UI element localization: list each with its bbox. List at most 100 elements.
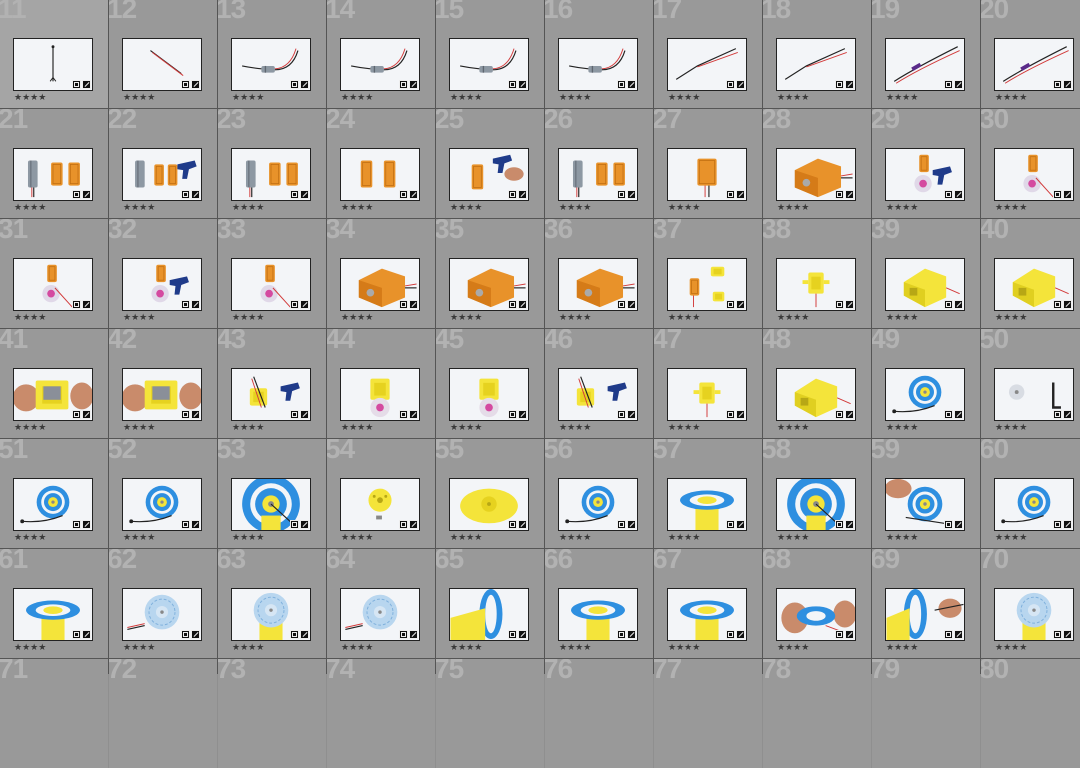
grid-cell[interactable]: 54 ★★★★ bbox=[327, 439, 435, 548]
edited-badge-icon[interactable] bbox=[300, 410, 309, 419]
grid-cell[interactable]: 79 bbox=[872, 659, 980, 768]
grid-cell[interactable]: 72 bbox=[109, 659, 217, 768]
photo-thumbnail[interactable] bbox=[558, 148, 638, 201]
edited-badge-icon[interactable] bbox=[82, 190, 91, 199]
edited-badge-icon[interactable] bbox=[82, 410, 91, 419]
metadata-badge-icon[interactable] bbox=[508, 520, 517, 529]
grid-cell[interactable]: 50 ★★★★ bbox=[981, 329, 1080, 438]
photo-thumbnail[interactable] bbox=[776, 258, 856, 311]
grid-cell[interactable]: 65 ★★★★ bbox=[436, 549, 544, 658]
star-rating[interactable]: ★★★★ bbox=[668, 532, 700, 542]
edited-badge-icon[interactable] bbox=[409, 410, 418, 419]
metadata-badge-icon[interactable] bbox=[181, 80, 190, 89]
star-rating[interactable]: ★★★★ bbox=[123, 202, 155, 212]
photo-thumbnail[interactable] bbox=[340, 148, 420, 201]
metadata-badge-icon[interactable] bbox=[835, 80, 844, 89]
edited-badge-icon[interactable] bbox=[736, 190, 745, 199]
metadata-badge-icon[interactable] bbox=[726, 80, 735, 89]
metadata-badge-icon[interactable] bbox=[290, 630, 299, 639]
grid-cell[interactable]: 70 ★★★★ bbox=[981, 549, 1080, 658]
edited-badge-icon[interactable] bbox=[1063, 190, 1072, 199]
star-rating[interactable]: ★★★★ bbox=[450, 422, 482, 432]
photo-thumbnail[interactable] bbox=[231, 38, 311, 91]
star-rating[interactable]: ★★★★ bbox=[995, 202, 1027, 212]
edited-badge-icon[interactable] bbox=[82, 630, 91, 639]
grid-cell[interactable]: 42 ★★★★ bbox=[109, 329, 217, 438]
metadata-badge-icon[interactable] bbox=[290, 190, 299, 199]
grid-cell[interactable]: 55 ★★★★ bbox=[436, 439, 544, 548]
grid-cell[interactable]: 48 ★★★★ bbox=[763, 329, 871, 438]
edited-badge-icon[interactable] bbox=[300, 300, 309, 309]
grid-cell[interactable]: 53 ★★★★ bbox=[218, 439, 326, 548]
star-rating[interactable]: ★★★★ bbox=[14, 92, 46, 102]
photo-thumbnail[interactable] bbox=[449, 588, 529, 641]
photo-thumbnail[interactable] bbox=[13, 368, 93, 421]
edited-badge-icon[interactable] bbox=[627, 520, 636, 529]
edited-badge-icon[interactable] bbox=[954, 80, 963, 89]
metadata-badge-icon[interactable] bbox=[726, 520, 735, 529]
photo-thumbnail[interactable] bbox=[558, 588, 638, 641]
photo-thumbnail[interactable] bbox=[558, 368, 638, 421]
star-rating[interactable]: ★★★★ bbox=[559, 202, 591, 212]
star-rating[interactable]: ★★★★ bbox=[14, 642, 46, 652]
edited-badge-icon[interactable] bbox=[736, 630, 745, 639]
photo-thumbnail[interactable] bbox=[340, 478, 420, 531]
grid-cell[interactable]: 75 bbox=[436, 659, 544, 768]
star-rating[interactable]: ★★★★ bbox=[14, 422, 46, 432]
edited-badge-icon[interactable] bbox=[954, 520, 963, 529]
grid-cell[interactable]: 69 ★★★★ bbox=[872, 549, 980, 658]
metadata-badge-icon[interactable] bbox=[1053, 80, 1062, 89]
star-rating[interactable]: ★★★★ bbox=[450, 532, 482, 542]
photo-thumbnail[interactable] bbox=[449, 478, 529, 531]
metadata-badge-icon[interactable] bbox=[399, 630, 408, 639]
photo-thumbnail[interactable] bbox=[340, 368, 420, 421]
metadata-badge-icon[interactable] bbox=[290, 300, 299, 309]
grid-cell[interactable]: 39 ★★★★ bbox=[872, 219, 980, 328]
metadata-badge-icon[interactable] bbox=[944, 300, 953, 309]
star-rating[interactable]: ★★★★ bbox=[232, 202, 264, 212]
star-rating[interactable]: ★★★★ bbox=[995, 422, 1027, 432]
star-rating[interactable]: ★★★★ bbox=[777, 422, 809, 432]
grid-cell[interactable]: 37 ★★★★ bbox=[654, 219, 762, 328]
photo-thumbnail[interactable] bbox=[231, 478, 311, 531]
star-rating[interactable]: ★★★★ bbox=[886, 642, 918, 652]
star-rating[interactable]: ★★★★ bbox=[777, 642, 809, 652]
metadata-badge-icon[interactable] bbox=[726, 300, 735, 309]
photo-thumbnail[interactable] bbox=[994, 148, 1074, 201]
edited-badge-icon[interactable] bbox=[736, 520, 745, 529]
photo-thumbnail[interactable] bbox=[231, 258, 311, 311]
edited-badge-icon[interactable] bbox=[954, 190, 963, 199]
grid-cell[interactable]: 58 ★★★★ bbox=[763, 439, 871, 548]
grid-cell[interactable]: 27 ★★★★ bbox=[654, 109, 762, 218]
star-rating[interactable]: ★★★★ bbox=[668, 422, 700, 432]
grid-cell[interactable]: 26 ★★★★ bbox=[545, 109, 653, 218]
edited-badge-icon[interactable] bbox=[627, 190, 636, 199]
metadata-badge-icon[interactable] bbox=[617, 410, 626, 419]
photo-thumbnail[interactable] bbox=[449, 258, 529, 311]
edited-badge-icon[interactable] bbox=[518, 190, 527, 199]
photo-thumbnail[interactable] bbox=[122, 38, 202, 91]
photo-thumbnail[interactable] bbox=[994, 368, 1074, 421]
star-rating[interactable]: ★★★★ bbox=[995, 92, 1027, 102]
photo-thumbnail[interactable] bbox=[449, 368, 529, 421]
metadata-badge-icon[interactable] bbox=[399, 80, 408, 89]
star-rating[interactable]: ★★★★ bbox=[14, 312, 46, 322]
star-rating[interactable]: ★★★★ bbox=[777, 92, 809, 102]
photo-thumbnail[interactable] bbox=[231, 368, 311, 421]
edited-badge-icon[interactable] bbox=[627, 630, 636, 639]
grid-cell[interactable]: 25 ★★★★ bbox=[436, 109, 544, 218]
photo-thumbnail[interactable] bbox=[885, 258, 965, 311]
photo-thumbnail[interactable] bbox=[667, 148, 747, 201]
grid-cell[interactable]: 40 ★★★★ bbox=[981, 219, 1080, 328]
star-rating[interactable]: ★★★★ bbox=[232, 92, 264, 102]
metadata-badge-icon[interactable] bbox=[508, 190, 517, 199]
photo-thumbnail[interactable] bbox=[885, 148, 965, 201]
metadata-badge-icon[interactable] bbox=[1053, 520, 1062, 529]
metadata-badge-icon[interactable] bbox=[508, 410, 517, 419]
edited-badge-icon[interactable] bbox=[627, 80, 636, 89]
star-rating[interactable]: ★★★★ bbox=[886, 312, 918, 322]
photo-thumbnail[interactable] bbox=[667, 478, 747, 531]
edited-badge-icon[interactable] bbox=[409, 630, 418, 639]
grid-cell[interactable]: 51 ★★★★ bbox=[0, 439, 108, 548]
star-rating[interactable]: ★★★★ bbox=[668, 312, 700, 322]
